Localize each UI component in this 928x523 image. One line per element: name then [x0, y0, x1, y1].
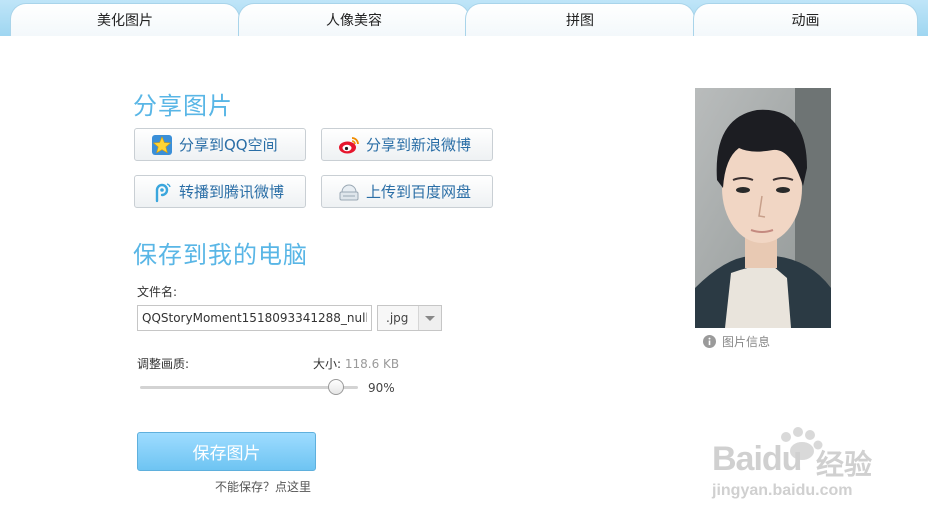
- upload-baidu-pan-button[interactable]: 上传到百度网盘: [321, 175, 493, 208]
- quality-slider-handle[interactable]: [328, 379, 344, 395]
- share-tencent-weibo-label: 转播到腾讯微博: [179, 183, 285, 201]
- tab-collage[interactable]: 拼图: [465, 3, 695, 36]
- cant-save-link[interactable]: 不能保存？点这里: [215, 478, 311, 495]
- tencent-weibo-icon: [155, 182, 171, 202]
- quality-slider-track[interactable]: [140, 386, 358, 389]
- watermark-url: jingyan.baidu.com: [712, 482, 853, 499]
- watermark-brand-cn: 经验: [816, 449, 873, 480]
- quality-value: 90%: [368, 381, 395, 395]
- share-weibo-label: 分享到新浪微博: [366, 136, 472, 154]
- quality-label: 调整画质:: [137, 357, 190, 371]
- photo-info-label: 图片信息: [722, 335, 771, 349]
- tab-beautify[interactable]: 美化图片: [10, 3, 240, 36]
- chevron-down-icon: [418, 306, 441, 330]
- size-label: 大小:: [313, 357, 342, 371]
- file-size: 大小: 118.6 KB: [313, 355, 399, 372]
- size-value: 118.6 KB: [344, 357, 400, 371]
- weibo-icon: [339, 136, 359, 153]
- share-qzone-label: 分享到QQ空间: [179, 136, 278, 154]
- extension-select[interactable]: .jpg: [377, 305, 442, 331]
- filename-label: 文件名:: [137, 285, 178, 299]
- share-section-title: 分享图片: [133, 92, 233, 120]
- baidu-pan-icon: [339, 184, 359, 200]
- watermark-brand: Baidu: [712, 440, 802, 478]
- save-image-button[interactable]: 保存图片: [137, 432, 316, 471]
- qzone-star-icon: [152, 134, 172, 155]
- portrait-image: [695, 88, 831, 328]
- share-qzone-button[interactable]: 分享到QQ空间: [134, 128, 306, 161]
- save-section-title: 保存到我的电脑: [133, 241, 308, 269]
- share-tencent-weibo-button[interactable]: 转播到腾讯微博: [134, 175, 306, 208]
- info-icon: [703, 335, 716, 348]
- share-weibo-button[interactable]: 分享到新浪微博: [321, 128, 493, 161]
- tab-animation[interactable]: 动画: [693, 3, 918, 36]
- upload-baidu-pan-label: 上传到百度网盘: [366, 183, 472, 201]
- top-tab-bar: 美化图片 人像美容 拼图 动画: [0, 0, 928, 36]
- photo-info-link[interactable]: 图片信息: [703, 333, 770, 350]
- extension-value: .jpg: [386, 311, 409, 325]
- tab-portrait[interactable]: 人像美容: [238, 3, 470, 36]
- photo-preview: [695, 88, 831, 328]
- filename-input[interactable]: [137, 305, 372, 331]
